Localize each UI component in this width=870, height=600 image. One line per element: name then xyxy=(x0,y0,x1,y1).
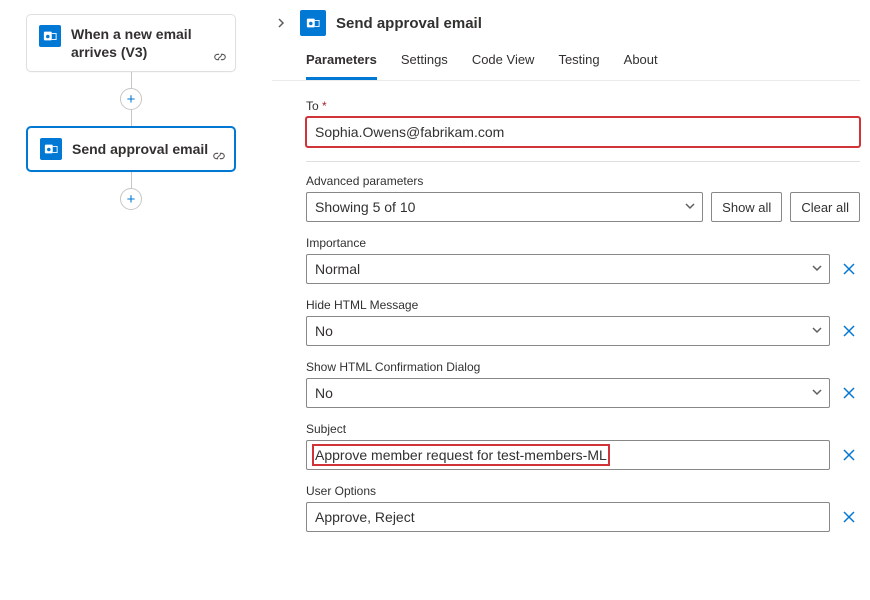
workflow-canvas: When a new email arrives (V3) + Send app… xyxy=(0,0,260,600)
tab-bar: Parameters Settings Code View Testing Ab… xyxy=(272,46,860,81)
outlook-icon xyxy=(300,10,326,36)
importance-select[interactable]: Normal xyxy=(306,254,830,284)
connector: + xyxy=(26,72,236,126)
showconfirm-value: No xyxy=(315,385,333,401)
divider xyxy=(306,161,860,162)
clear-showconfirm-button[interactable] xyxy=(838,381,860,405)
hidehtml-label: Hide HTML Message xyxy=(306,298,860,312)
useroptions-input[interactable] xyxy=(306,502,830,532)
advanced-value: Showing 5 of 10 xyxy=(315,199,415,215)
showconfirm-label: Show HTML Confirmation Dialog xyxy=(306,360,860,374)
trigger-card[interactable]: When a new email arrives (V3) xyxy=(26,14,236,72)
clear-all-button[interactable]: Clear all xyxy=(790,192,860,222)
tab-parameters[interactable]: Parameters xyxy=(306,46,377,80)
advanced-parameters-select[interactable]: Showing 5 of 10 xyxy=(306,192,703,222)
tab-about[interactable]: About xyxy=(624,46,658,80)
advanced-parameters-label: Advanced parameters xyxy=(306,174,860,188)
advanced-parameters-field: Advanced parameters Showing 5 of 10 Show… xyxy=(306,174,860,222)
chevron-down-icon xyxy=(684,199,696,215)
tab-settings[interactable]: Settings xyxy=(401,46,448,80)
subject-value: Approve member request for test-members-… xyxy=(314,446,608,464)
link-icon xyxy=(212,149,226,166)
tab-testing[interactable]: Testing xyxy=(558,46,599,80)
to-label: To xyxy=(306,99,860,113)
showconfirm-select[interactable]: No xyxy=(306,378,830,408)
tab-codeview[interactable]: Code View xyxy=(472,46,535,80)
connector: + xyxy=(26,172,236,210)
add-action-button[interactable]: + xyxy=(120,88,142,110)
collapse-arrow-icon[interactable] xyxy=(272,14,290,32)
useroptions-field: User Options xyxy=(306,484,860,532)
trigger-title: When a new email arrives (V3) xyxy=(71,25,223,61)
subject-input[interactable]: Approve member request for test-members-… xyxy=(306,440,830,470)
to-field: To xyxy=(306,99,860,147)
outlook-icon xyxy=(40,138,62,160)
hidehtml-field: Hide HTML Message No xyxy=(306,298,860,346)
useroptions-label: User Options xyxy=(306,484,860,498)
showconfirm-field: Show HTML Confirmation Dialog No xyxy=(306,360,860,408)
to-input[interactable] xyxy=(306,117,860,147)
outlook-icon xyxy=(39,25,61,47)
clear-useroptions-button[interactable] xyxy=(838,505,860,529)
parameters-form: To Advanced parameters Showing 5 of 10 S… xyxy=(272,81,860,532)
show-all-button[interactable]: Show all xyxy=(711,192,782,222)
importance-value: Normal xyxy=(315,261,360,277)
chevron-down-icon xyxy=(811,323,823,339)
pane-title: Send approval email xyxy=(336,15,482,32)
action-card[interactable]: Send approval email xyxy=(26,126,236,172)
action-title: Send approval email xyxy=(72,140,208,158)
subject-field: Subject Approve member request for test-… xyxy=(306,422,860,470)
clear-hidehtml-button[interactable] xyxy=(838,319,860,343)
clear-subject-button[interactable] xyxy=(838,443,860,467)
hidehtml-value: No xyxy=(315,323,333,339)
clear-importance-button[interactable] xyxy=(838,257,860,281)
hidehtml-select[interactable]: No xyxy=(306,316,830,346)
chevron-down-icon xyxy=(811,261,823,277)
action-detail-pane: Send approval email Parameters Settings … xyxy=(260,0,870,600)
chevron-down-icon xyxy=(811,385,823,401)
importance-field: Importance Normal xyxy=(306,236,860,284)
add-action-button[interactable]: + xyxy=(120,188,142,210)
link-icon xyxy=(213,50,227,67)
importance-label: Importance xyxy=(306,236,860,250)
subject-label: Subject xyxy=(306,422,860,436)
